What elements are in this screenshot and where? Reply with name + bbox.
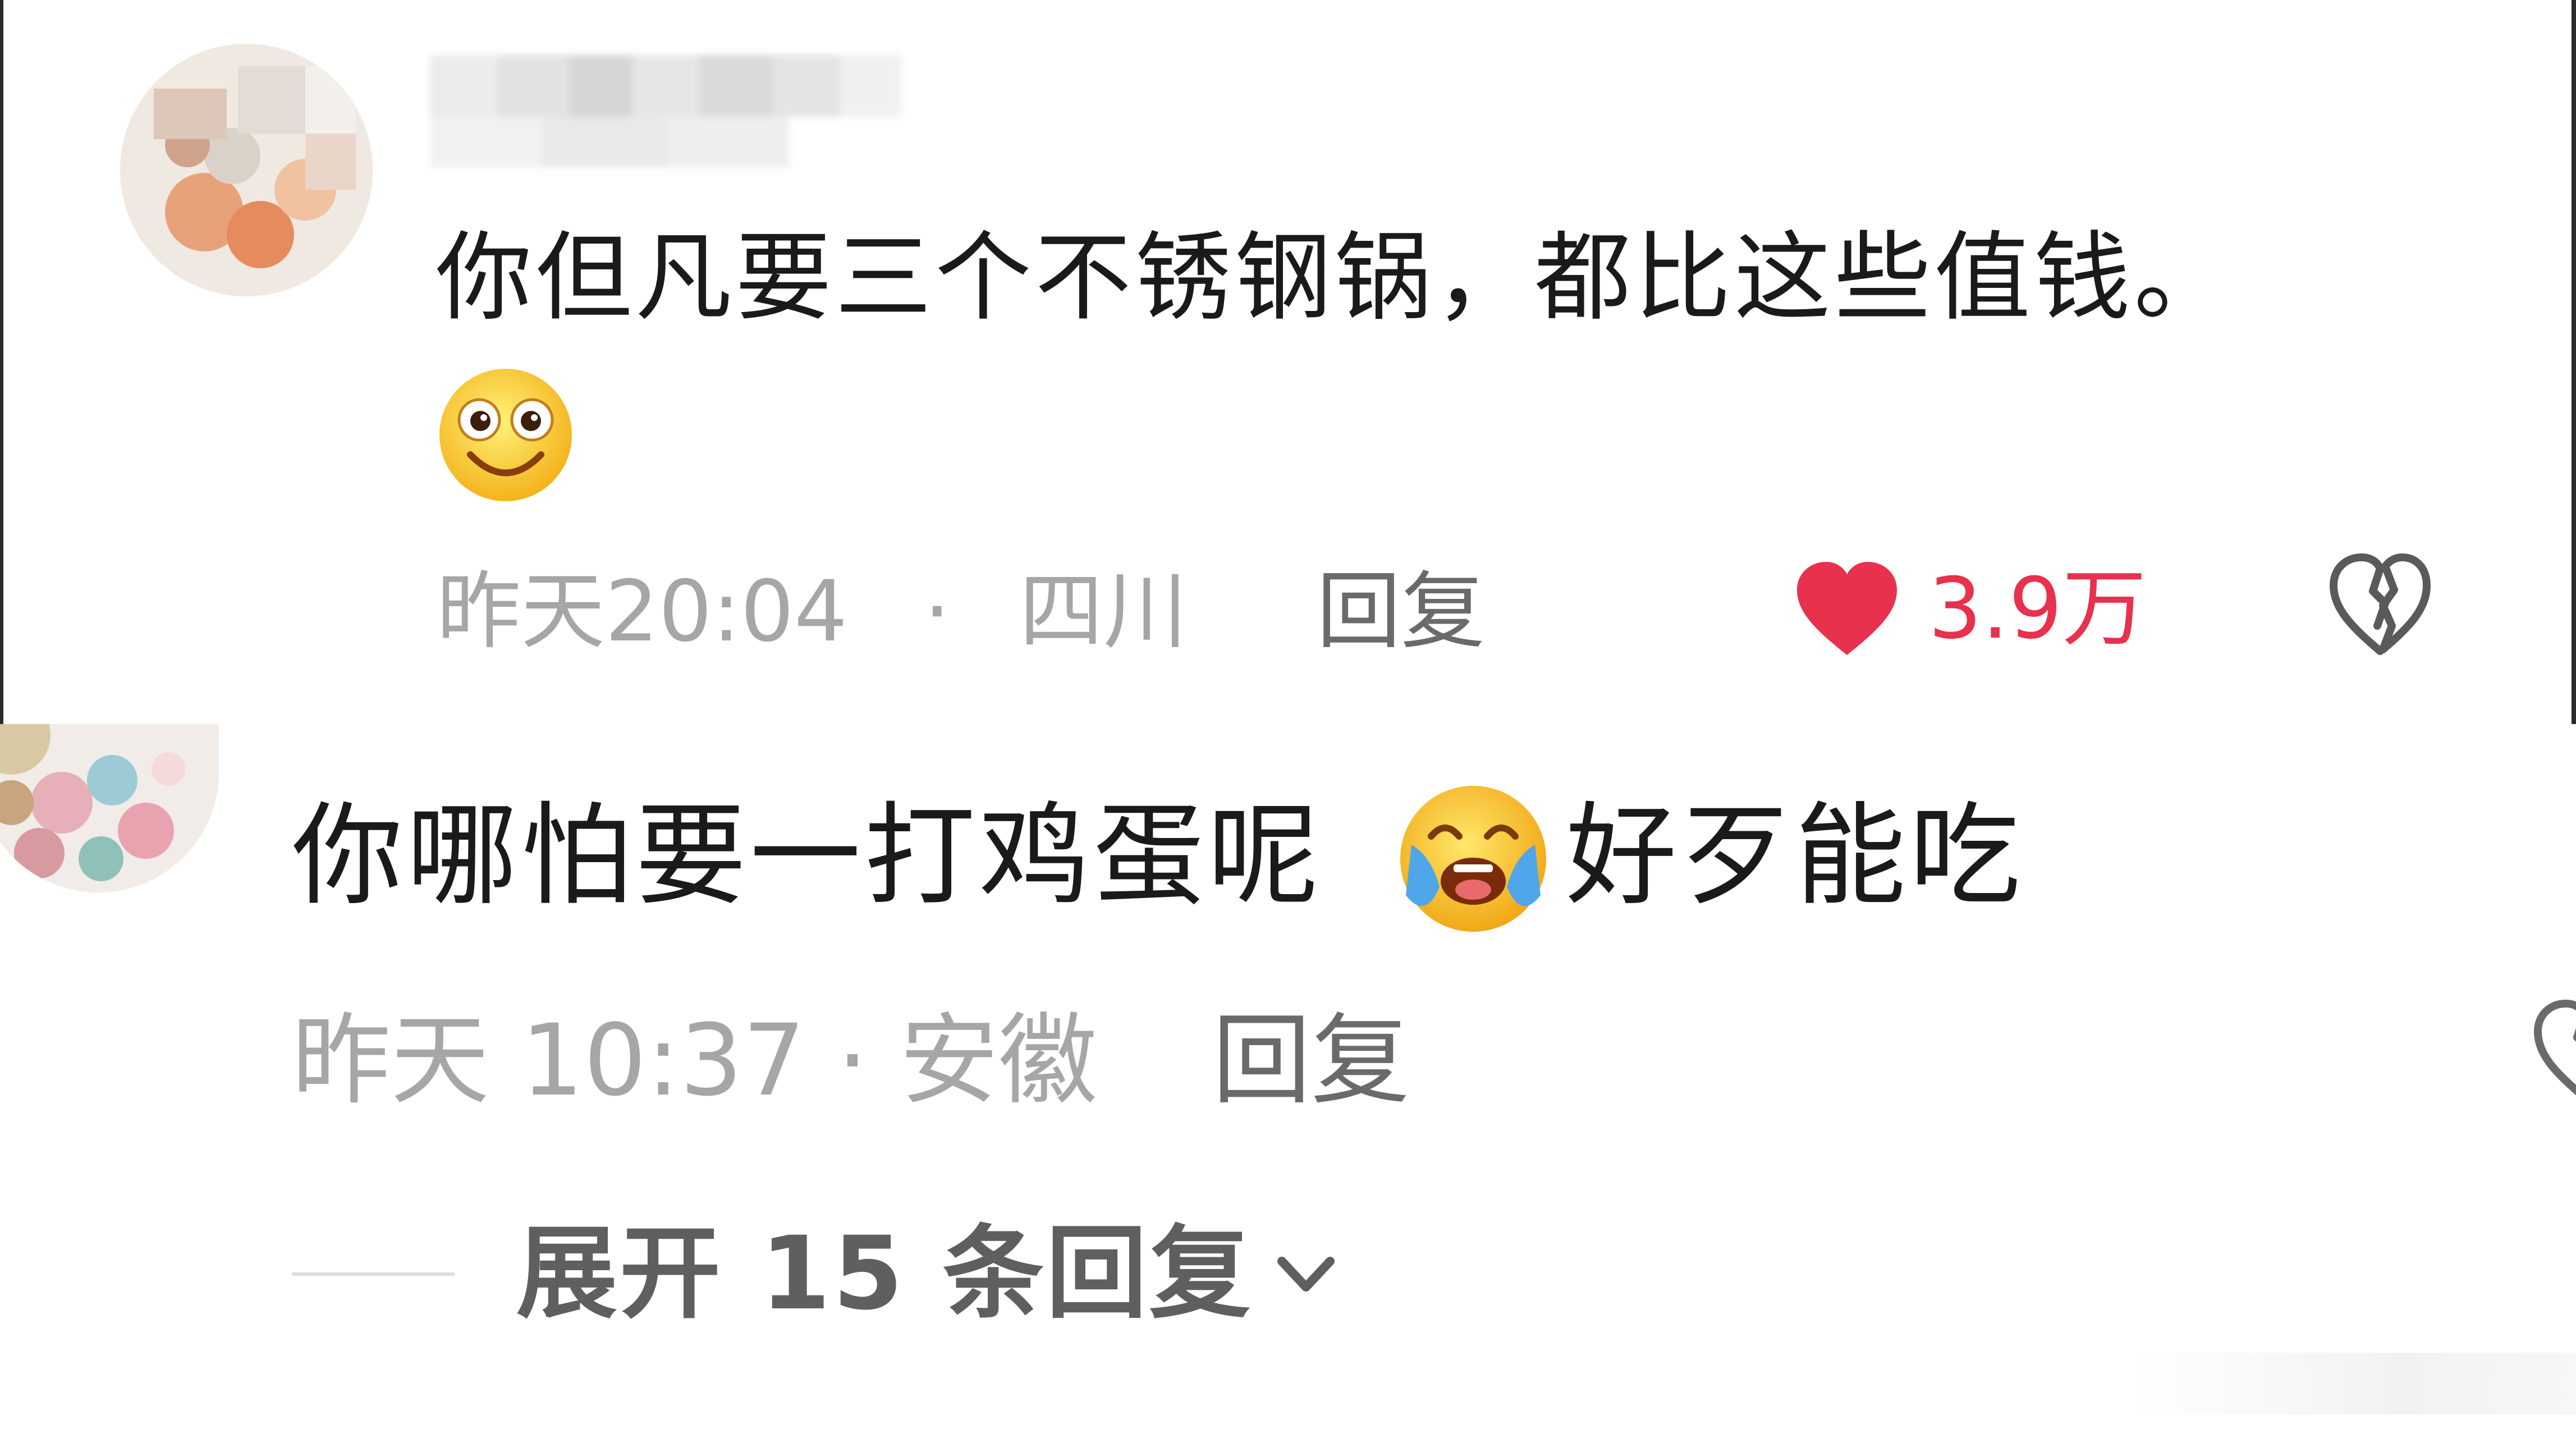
blurred-username: [430, 44, 907, 173]
like-button[interactable]: 3.9万: [1794, 547, 2147, 671]
comment-card-top: 你但凡要三个不锈钢锅，都比这些值钱。 昨天20:04 · 四川 回复 3.9万: [0, 0, 2576, 724]
comment-text-continued: 好歹能吃: [1566, 791, 2024, 921]
dislike-button[interactable]: [2531, 988, 2576, 1106]
expand-replies-button[interactable]: 展开 15 条回复: [292, 1207, 1342, 1341]
comment-time-location: 昨天 10:37 · 安徽: [292, 1003, 1097, 1118]
avatar[interactable]: [0, 724, 219, 892]
meta-separator: ·: [924, 563, 951, 661]
watermark-band: [2133, 1353, 2576, 1414]
comment-text: 你哪怕要一打鸡蛋呢: [292, 791, 1322, 921]
like-count: 3.9万: [1928, 560, 2147, 658]
comment-text: 你但凡要三个不锈钢锅，都比这些值钱。: [436, 221, 2234, 334]
avatar-image: [120, 44, 373, 296]
comment-screenshot: 你但凡要三个不锈钢锅，都比这些值钱。 昨天20:04 · 四川 回复 3.9万 …: [0, 0, 2576, 1447]
reply-button[interactable]: 回复: [1317, 556, 1485, 668]
crying-emoji-icon: [1392, 775, 1555, 937]
heart-filled-icon: [1797, 562, 1897, 655]
comment-time: 昨天20:04: [437, 563, 848, 661]
expand-replies-label: 展开 15 条回复: [516, 1215, 1253, 1332]
divider-line: [292, 1272, 455, 1276]
broken-heart-icon: [2534, 1000, 2576, 1096]
broken-heart-icon: [2330, 553, 2431, 655]
smile-emoji-icon: [436, 365, 576, 505]
reply-button[interactable]: 回复: [1212, 999, 1410, 1123]
dislike-button[interactable]: [2327, 547, 2433, 660]
avatar[interactable]: [120, 44, 373, 296]
avatar-image: [0, 724, 219, 892]
comment-location: 四川: [1019, 563, 1188, 661]
chevron-down-icon: [1277, 1257, 1335, 1292]
